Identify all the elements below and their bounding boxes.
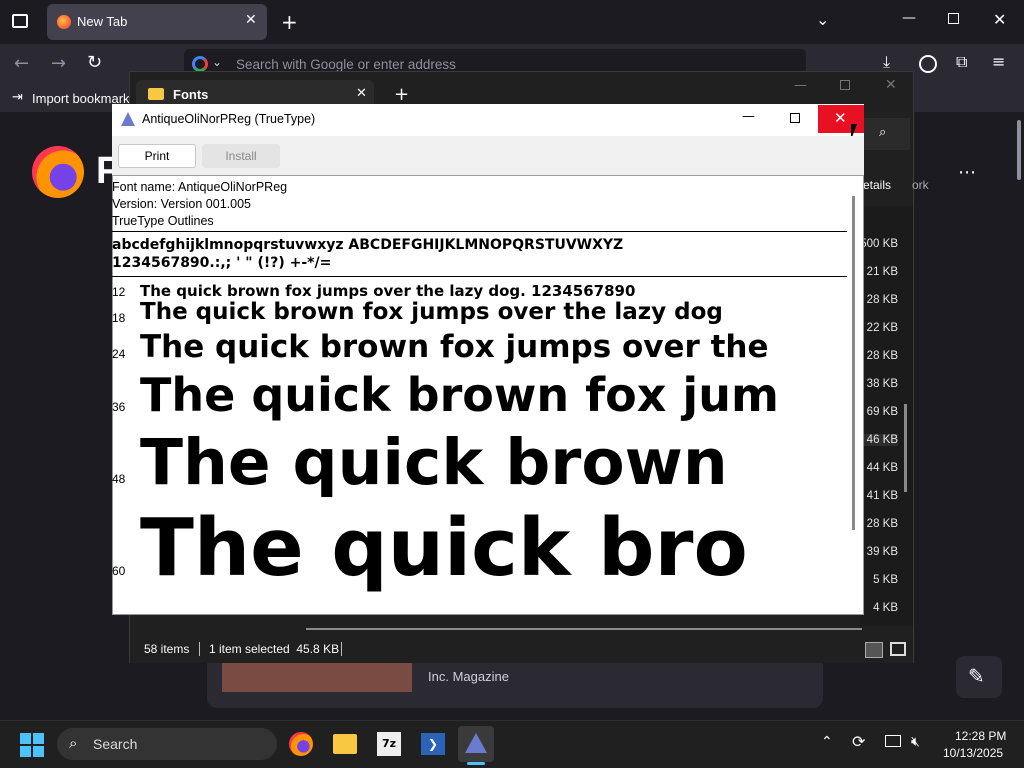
forward-icon[interactable]: →: [51, 53, 66, 74]
status-divider: [199, 642, 200, 656]
file-explorer-taskbar-icon[interactable]: [333, 734, 357, 754]
divider: [112, 231, 847, 232]
minimize-icon[interactable]: —: [794, 78, 807, 93]
sample-clip: 12 The quick brown fox jumps over the la…: [112, 280, 848, 614]
story-source: Inc. Magazine: [428, 669, 509, 684]
display-icon[interactable]: [885, 735, 901, 747]
sample-text: The quick brown fox jum: [140, 368, 779, 422]
font-viewer-taskbar-icon[interactable]: [458, 726, 494, 762]
sample-text: The quick bro: [140, 502, 748, 594]
sample-text: The quick brown fox jumps over the lazy …: [140, 299, 723, 325]
minimize-icon[interactable]: —: [902, 10, 916, 26]
extensions-icon[interactable]: ⧉: [956, 52, 967, 72]
google-icon[interactable]: [192, 56, 208, 72]
details-tab[interactable]: etails: [863, 178, 891, 192]
sample-text: The quick brown fox jumps over the: [140, 329, 769, 365]
item-count: 58 items: [144, 642, 190, 656]
font-viewer-scrollbar[interactable]: [852, 196, 855, 530]
font-name-line: Font name: AntiqueOliNorPReg: [112, 180, 288, 194]
close-tab-icon[interactable]: ✕: [245, 12, 257, 28]
close-button[interactable]: ✕: [818, 105, 864, 133]
font-viewer-titlebar: AntiqueOliNorPReg (TrueType) — ✕: [112, 104, 864, 136]
url-input-placeholder[interactable]: Search with Google or enter address: [236, 57, 456, 72]
close-window-icon[interactable]: ✕: [993, 10, 1006, 29]
charset-lowercase-uppercase: abcdefghijklmnopqrstuvwxyz ABCDEFGHIJKLM…: [112, 237, 624, 253]
maximize-icon[interactable]: [790, 113, 800, 123]
new-tab-icon[interactable]: +: [281, 10, 298, 34]
print-button[interactable]: Print: [118, 144, 196, 168]
firefox-taskbar-icon[interactable]: [289, 732, 313, 756]
menu-icon[interactable]: ≡: [992, 52, 1005, 71]
divider: [112, 276, 847, 277]
install-label: Install: [225, 149, 257, 163]
maximize-icon[interactable]: [840, 80, 850, 90]
clock-time[interactable]: 12:28 PM: [955, 729, 1006, 743]
chevron-down-icon[interactable]: ⌄: [212, 55, 222, 69]
sample-text: The quick brown fox jumps over the lazy …: [140, 282, 636, 300]
account-icon[interactable]: [919, 55, 937, 73]
maximize-icon[interactable]: [948, 13, 959, 24]
back-icon[interactable]: ←: [14, 53, 29, 74]
more-options-icon[interactable]: ⋯: [958, 162, 976, 183]
close-tab-icon[interactable]: ✕: [356, 86, 367, 101]
browser-tab-new-tab[interactable]: New Tab ✕: [47, 4, 267, 40]
tab-list-icon[interactable]: [12, 14, 28, 28]
window-title: AntiqueOliNorPReg (TrueType): [142, 112, 316, 126]
size-label: 24: [112, 347, 126, 361]
horizontal-scrollbar[interactable]: [306, 628, 862, 630]
minimize-icon[interactable]: —: [742, 109, 755, 124]
size-label: 36: [112, 400, 126, 414]
story-thumbnail: [222, 660, 412, 692]
explorer-tab-title: Fonts: [173, 87, 209, 102]
print-label: Print: [144, 149, 170, 163]
taskbar-search-box[interactable]: ⌕ Search: [57, 728, 277, 760]
search-box[interactable]: ⌕: [864, 118, 910, 150]
outlines-line: TrueType Outlines: [112, 214, 214, 228]
active-app-indicator: [467, 762, 485, 765]
details-view-icon[interactable]: [865, 642, 883, 658]
size-label: 48: [112, 472, 126, 486]
size-label: 18: [112, 311, 126, 325]
charset-digits-symbols: 1234567890.:,; ' " (!?) +-*/=: [112, 255, 332, 271]
import-icon[interactable]: ⇥: [12, 90, 23, 105]
taskbar-search-label: Search: [93, 736, 138, 752]
firefox-logo: [32, 146, 84, 198]
powershell-taskbar-icon[interactable]: ❯: [421, 733, 445, 755]
search-icon: ⌕: [69, 734, 78, 752]
work-tab[interactable]: ork: [912, 178, 929, 192]
list-all-tabs-icon[interactable]: ⌄: [816, 10, 829, 29]
font-viewer-app-icon: [465, 733, 487, 753]
font-viewer-toolbar: Print Install: [112, 136, 864, 176]
install-button[interactable]: Install: [202, 144, 280, 168]
close-icon: ✕: [834, 109, 847, 127]
clock-date[interactable]: 10/13/2025: [943, 746, 1003, 760]
new-tab-icon[interactable]: +: [394, 84, 409, 105]
start-icon[interactable]: [20, 733, 44, 757]
edit-button[interactable]: ✎: [956, 656, 1002, 698]
sample-text: The quick brown: [140, 426, 728, 499]
size-label: 60: [112, 564, 126, 578]
status-bar: 58 items 1 item selected 45.8 KB: [130, 636, 913, 663]
size-label: 12: [112, 285, 126, 299]
scrollbar-thumb[interactable]: [1017, 120, 1021, 180]
volume-muted-icon[interactable]: 🔇︎: [911, 734, 920, 750]
close-window-icon[interactable]: ✕: [885, 77, 897, 93]
tab-title: New Tab: [77, 14, 128, 29]
7zip-taskbar-icon[interactable]: 7z: [377, 732, 401, 756]
chevron-up-icon[interactable]: ⌃: [821, 734, 833, 750]
font-viewer-app-icon: [121, 112, 135, 126]
selection-info: 1 item selected 45.8 KB: [209, 642, 340, 656]
firefox-tab-icon: [57, 15, 71, 29]
search-icon: ⌕: [879, 125, 887, 140]
explorer-scrollbar[interactable]: [904, 404, 907, 492]
status-divider: [341, 642, 342, 656]
reload-icon[interactable]: ↻: [87, 52, 102, 73]
sync-icon[interactable]: ⟳: [852, 732, 865, 751]
pencil-icon: ✎: [968, 664, 985, 688]
tiles-view-icon[interactable]: [890, 642, 906, 656]
folder-icon: [148, 88, 164, 100]
downloads-icon[interactable]: ⤓: [883, 52, 890, 72]
version-line: Version: Version 001.005: [112, 197, 251, 211]
